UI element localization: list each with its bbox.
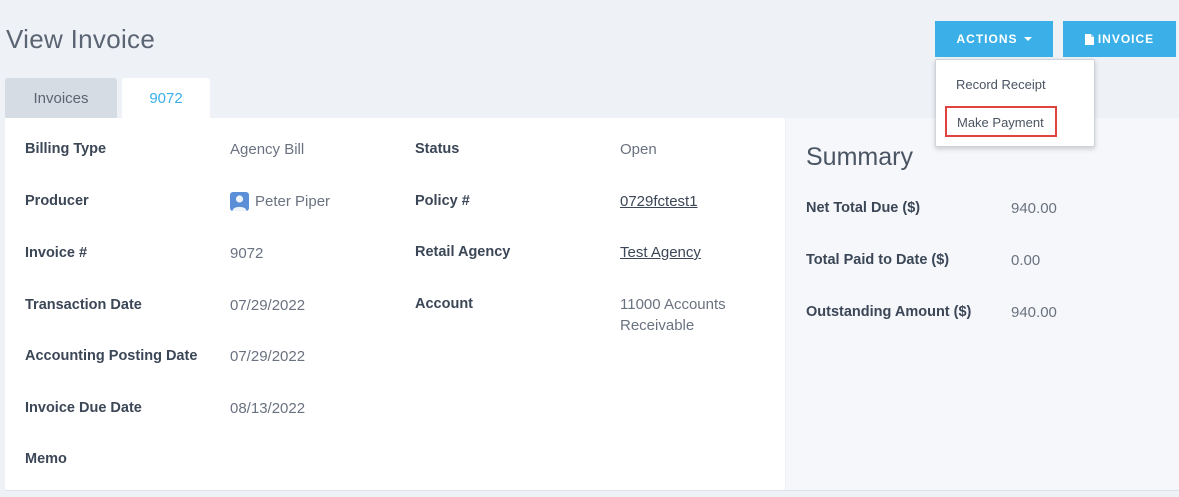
- net-total-due-label: Net Total Due ($): [806, 200, 921, 216]
- accounting-posting-date-value: 07/29/2022: [230, 348, 306, 365]
- transaction-date-label: Transaction Date: [25, 297, 142, 313]
- status-value: Open: [620, 141, 657, 158]
- page-title: View Invoice: [6, 24, 156, 54]
- retail-agency-label: Retail Agency: [415, 244, 511, 260]
- transaction-date-value: 07/29/2022: [230, 297, 306, 314]
- outstanding-amount-label: Outstanding Amount ($): [806, 304, 972, 320]
- policy-number-link[interactable]: 0729fctest1: [620, 191, 698, 212]
- invoice-due-date-label: Invoice Due Date: [25, 400, 142, 416]
- account-label: Account: [415, 296, 473, 312]
- memo-label: Memo: [25, 451, 67, 467]
- caret-down-icon: [1023, 37, 1032, 41]
- invoice-button[interactable]: INVOICE: [1063, 21, 1176, 57]
- summary-title: Summary: [806, 143, 913, 171]
- actions-button-label: ACTIONS: [956, 32, 1018, 46]
- accounting-posting-date-label: Accounting Posting Date: [25, 348, 198, 364]
- net-total-due-value: 940.00: [1011, 200, 1057, 217]
- invoice-number-label: Invoice #: [25, 245, 88, 261]
- actions-dropdown-menu: Record Receipt Make Payment: [935, 59, 1095, 147]
- producer-label: Producer: [25, 193, 89, 209]
- actions-button[interactable]: ACTIONS: [935, 21, 1053, 57]
- divider: [5, 490, 1179, 491]
- invoice-number-value: 9072: [230, 245, 264, 262]
- status-label: Status: [415, 141, 460, 157]
- avatar: [230, 192, 249, 211]
- menu-item-make-payment-label: Make Payment: [957, 115, 1044, 130]
- outstanding-amount-value: 940.00: [1011, 304, 1057, 321]
- menu-item-record-receipt[interactable]: Record Receipt: [956, 77, 1046, 92]
- producer-value: Peter Piper: [255, 193, 331, 210]
- billing-type-value: Agency Bill: [230, 141, 305, 158]
- user-icon: [232, 195, 247, 211]
- tab-invoice-9072[interactable]: 9072: [122, 78, 210, 119]
- policy-number-label: Policy #: [415, 193, 470, 209]
- retail-agency-link[interactable]: Test Agency: [620, 242, 701, 263]
- invoice-button-label: INVOICE: [1097, 32, 1155, 46]
- total-paid-label: Total Paid to Date ($): [806, 252, 950, 268]
- billing-type-label: Billing Type: [25, 141, 107, 157]
- total-paid-value: 0.00: [1011, 252, 1041, 269]
- invoice-due-date-value: 08/13/2022: [230, 400, 306, 417]
- menu-item-make-payment[interactable]: Make Payment: [945, 106, 1057, 137]
- document-icon: [1084, 33, 1094, 45]
- tab-invoices[interactable]: Invoices: [5, 78, 117, 119]
- account-value: 11000 Accounts Receivable: [620, 296, 726, 334]
